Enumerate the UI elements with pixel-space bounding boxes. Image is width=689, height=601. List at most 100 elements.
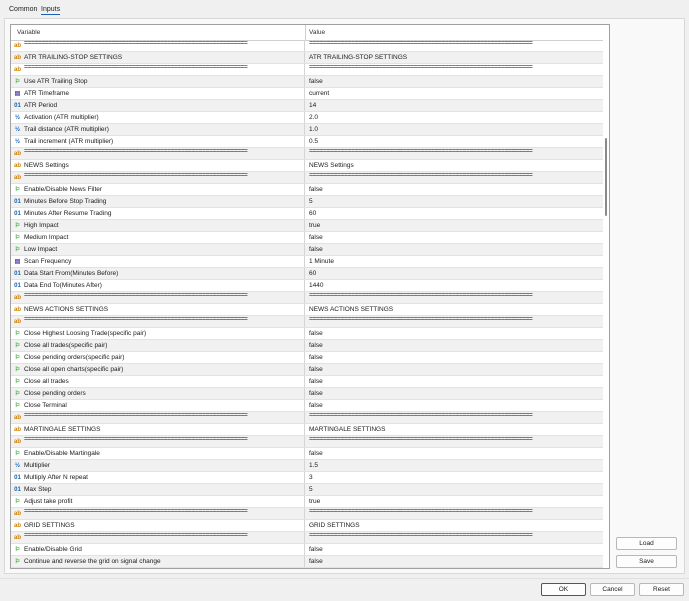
variable-cell[interactable]: ½ Activation (ATR multiplier) [11,112,305,123]
value-cell[interactable]: ========================================… [309,40,533,48]
parameter-row[interactable]: ½ Multiplier 1.5 [11,460,603,472]
parameter-row[interactable]: ▤ ATR Timeframe current [11,88,603,100]
variable-cell[interactable]: ab GRID SETTINGS [11,520,305,531]
variable-cell[interactable]: 01 Minutes Before Stop Trading [11,196,305,207]
variable-cell[interactable]: ⚐ Enable/Disable News Filter [11,184,305,195]
variable-cell[interactable]: ▤ Scan Frequency [11,256,305,267]
parameter-row[interactable]: 01 Minutes Before Stop Trading 5 [11,196,603,208]
parameter-row[interactable]: ⚐ High Impact true [11,220,603,232]
parameter-row[interactable]: ⚐ Enable/Disable Grid false [11,544,603,556]
value-cell[interactable]: 3 [309,474,313,482]
column-header-value[interactable]: Value [309,29,325,36]
variable-cell[interactable]: ⚐ Close pending orders(specific pair) [11,352,305,363]
variable-cell[interactable]: 01 Minutes After Resume Trading [11,208,305,219]
variable-cell[interactable]: ⚐ Use ATR Trailing Stop [11,76,305,87]
variable-cell[interactable]: ab ======================================… [11,64,305,75]
parameter-row[interactable]: ab MARTINGALE SETTINGS MARTINGALE SETTINGS [11,424,603,436]
parameter-row[interactable]: 01 Data Start From(Minutes Before) 60 [11,268,603,280]
parameter-row[interactable]: ▤ Scan Frequency 1 Minute [11,256,603,268]
value-cell[interactable]: ========================================… [309,532,533,540]
value-cell[interactable]: false [309,330,323,338]
value-cell[interactable]: ========================================… [309,412,533,420]
value-cell[interactable]: 1440 [309,282,323,290]
value-cell[interactable]: false [309,366,323,374]
parameter-row[interactable]: ⚐ Close all open charts(specific pair) fal… [11,364,603,376]
value-cell[interactable]: false [309,378,323,386]
parameter-row[interactable]: ⚐ Close Highest Loosing Trade(specific pa… [11,328,603,340]
load-button[interactable]: Load [616,537,677,550]
variable-cell[interactable]: ab NEWS ACTIONS SETTINGS [11,304,305,315]
variable-cell[interactable]: ⚐ Close all trades(specific pair) [11,340,305,351]
variable-cell[interactable]: 01 ATR Period [11,100,305,111]
value-cell[interactable]: ========================================… [309,508,533,516]
save-button[interactable]: Save [616,555,677,568]
parameter-row[interactable]: ⚐ Close all trades(specific pair) false [11,340,603,352]
parameter-row[interactable]: ½ Activation (ATR multiplier) 2.0 [11,112,603,124]
variable-cell[interactable]: ½ Trail distance (ATR multiplier) [11,124,305,135]
variable-cell[interactable]: ⚐ Enable/Disable Martingale [11,448,305,459]
value-cell[interactable]: MARTINGALE SETTINGS [309,426,385,434]
value-cell[interactable]: false [309,402,323,410]
variable-cell[interactable]: 01 Data Start From(Minutes Before) [11,268,305,279]
value-cell[interactable]: 5 [309,198,313,206]
value-cell[interactable]: 60 [309,210,316,218]
value-cell[interactable]: false [309,558,323,566]
value-cell[interactable]: 1.0 [309,126,318,134]
variable-cell[interactable]: ⚐ Enable/Disable Grid [11,544,305,555]
parameter-row[interactable]: ⚐ Use ATR Trailing Stop false [11,76,603,88]
value-cell[interactable]: ATR TRAILING-STOP SETTINGS [309,54,407,62]
variable-cell[interactable]: ab MARTINGALE SETTINGS [11,424,305,435]
separator-row[interactable]: ab ======================================… [11,292,603,304]
parameter-row[interactable]: ⚐ Close Terminal false [11,400,603,412]
value-cell[interactable]: 5 [309,486,313,494]
value-cell[interactable]: 1.5 [309,462,318,470]
variable-cell[interactable]: ⚐ High Impact [11,220,305,231]
variable-cell[interactable]: ab ======================================… [11,412,305,423]
reset-button[interactable]: Reset [639,583,684,596]
parameter-row[interactable]: ⚐ Close pending orders false [11,388,603,400]
variable-cell[interactable]: ab ======================================… [11,172,305,183]
value-cell[interactable]: ========================================… [309,148,533,156]
parameter-row[interactable]: ⚐ Close pending orders(specific pair) fals… [11,352,603,364]
value-cell[interactable]: false [309,390,323,398]
parameter-row[interactable]: ⚐ Continue and reverse the grid on signal… [11,556,603,568]
parameter-row[interactable]: ⚐ Low Impact false [11,244,603,256]
variable-cell[interactable]: ab ======================================… [11,508,305,519]
variable-cell[interactable]: 01 Multiply After N repeat [11,472,305,483]
value-cell[interactable]: current [309,90,329,98]
variable-cell[interactable]: ⚐ Adjust take profit [11,496,305,507]
separator-row[interactable]: ab ======================================… [11,316,603,328]
value-cell[interactable]: false [309,342,323,350]
variable-cell[interactable]: ⚐ Close pending orders [11,388,305,399]
value-cell[interactable]: NEWS Settings [309,162,354,170]
vertical-scrollbar[interactable] [603,40,609,568]
variable-cell[interactable]: ⚐ Low Impact [11,244,305,255]
parameter-row[interactable]: ½ Trail distance (ATR multiplier) 1.0 [11,124,603,136]
ok-button[interactable]: OK [541,583,586,596]
value-cell[interactable]: NEWS ACTIONS SETTINGS [309,306,393,314]
parameter-row[interactable]: ⚐ Medium Impact false [11,232,603,244]
variable-cell[interactable]: ▤ ATR Timeframe [11,88,305,99]
parameter-row[interactable]: 01 Max Step 5 [11,484,603,496]
separator-row[interactable]: ab ======================================… [11,412,603,424]
variable-cell[interactable]: ab ======================================… [11,40,305,51]
parameter-row[interactable]: ab GRID SETTINGS GRID SETTINGS [11,520,603,532]
separator-row[interactable]: ab ======================================… [11,64,603,76]
variable-cell[interactable]: 01 Data End To(Minutes After) [11,280,305,291]
scrollbar-thumb[interactable] [605,138,607,216]
parameter-row[interactable]: ab NEWS ACTIONS SETTINGS NEWS ACTIONS SETT… [11,304,603,316]
value-cell[interactable]: 60 [309,270,316,278]
variable-cell[interactable]: ⚐ Close Highest Loosing Trade(specific pa… [11,328,305,339]
separator-row[interactable]: ab ======================================… [11,148,603,160]
value-cell[interactable]: false [309,186,323,194]
variable-cell[interactable]: ab ATR TRAILING-STOP SETTINGS [11,52,305,63]
separator-row[interactable]: ab ======================================… [11,172,603,184]
parameter-row[interactable]: ⚐ Enable/Disable Martingale false [11,448,603,460]
parameter-row[interactable]: 01 Multiply After N repeat 3 [11,472,603,484]
parameter-row[interactable]: ab ATR TRAILING-STOP SETTINGS ATR TRAILING… [11,52,603,64]
separator-row[interactable]: ab ======================================… [11,436,603,448]
tab-common[interactable]: Common [9,6,37,13]
variable-cell[interactable]: ab ======================================… [11,436,305,447]
variable-cell[interactable]: ⚐ Close Terminal [11,400,305,411]
parameter-row[interactable]: 01 Data End To(Minutes After) 1440 [11,280,603,292]
